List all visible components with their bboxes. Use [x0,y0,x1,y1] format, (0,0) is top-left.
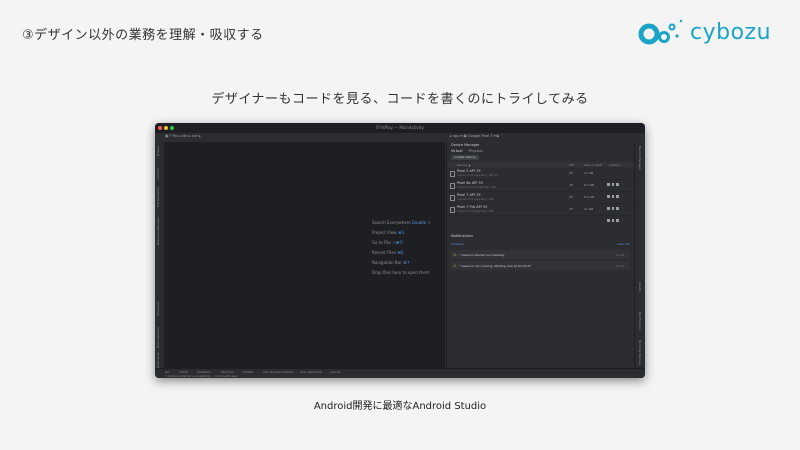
phone-icon [450,171,455,177]
device-manager-title: Device Manager [451,143,480,147]
tool-running-devices[interactable]: Running Devices [638,340,642,365]
device-name: Pixel 5 API 33 [457,169,481,173]
warning-icon: ⚠ [453,252,457,257]
tool-build-variants[interactable]: Build Variants [156,327,160,348]
notification-item[interactable]: ⚠ * daemon not running; starting now at … [450,261,630,270]
device-table-header: Device ▲ API Size on Disk Actions [447,162,634,167]
tool-structure[interactable]: Structure [156,302,160,316]
device-name: Pixel 7 API 33 [457,193,481,197]
notification-text: * daemon not running; starting now at tc… [459,263,532,268]
col-api[interactable]: API [569,163,574,167]
phone-icon [450,195,455,201]
col-size[interactable]: Size on Disk [584,163,602,167]
play-icon[interactable] [607,219,610,222]
more-icon[interactable] [616,219,619,222]
hint-navigation-bar: Navigation Bar ⌘↑ [372,260,411,265]
device-row[interactable]: Pixel 7 Pro API 33 Android 13 Google Pla… [447,204,634,222]
device-size: 8.6 GB [584,195,595,199]
hint-go-to-file: Go to File ⇧⌘O [372,240,403,245]
hint-recent-files: Recent Files ⌘E [372,250,404,255]
col-device[interactable]: Device ▲ [457,163,471,167]
tool-project[interactable]: Project [156,146,160,156]
tool-commit[interactable]: Commit [156,168,160,180]
clear-all-link[interactable]: Clear all [617,242,629,246]
phone-icon [450,207,455,213]
col-actions: Actions [609,162,620,167]
device-sub: Android 13 Google Play | x86_64 [457,174,498,177]
tool-gradle[interactable]: Gradle [638,282,642,292]
notification-text: * daemon started successfully [459,252,505,257]
create-device-button[interactable]: Create Device [451,155,479,160]
tool-resource-manager[interactable]: Resource Manager [156,217,160,245]
android-studio-window: FFmPlay — MainActivity ▣ F ffv ▸ odls ▸ … [155,123,645,378]
cybozu-logo: cybozu [638,14,780,50]
device-api: 33 [569,171,573,175]
tool-bookmarks[interactable]: Bookmarks [156,352,160,369]
tab-virtual[interactable]: Virtual [451,149,462,153]
device-size: 11 GB [584,207,594,211]
device-actions [607,183,631,198]
logo-mark-icon [638,19,683,45]
notification-item[interactable]: ⚠ * daemon started successfully 10:41 [450,250,630,259]
device-sub: Android 11.0 Google Play | x86 [457,186,496,189]
status-text: * daemon started successfully ... (momen… [165,373,239,378]
device-actions [607,171,631,186]
device-actions [607,195,631,210]
device-api: 30 [569,183,573,187]
title-bar: FFmPlay — MainActivity [155,123,645,133]
slide-caption: Android開発に最適なAndroid Studio [313,401,487,412]
project-breadcrumb[interactable]: ▣ F ffv ▸ odls ▸ odr ▸ [165,134,201,138]
device-size: 12 GB [584,171,594,175]
slide-heading: デザイナーもコードを見る、コードを書くのにトライしてみる [211,92,589,107]
tab-physical[interactable]: Physical [468,149,482,153]
notification-time: 10:41 [616,263,625,268]
notification-time: 10:41 [616,252,625,257]
right-tool-strip: Device Manager Notifications Gradle Runn… [634,142,645,368]
device-api: 33 [569,207,573,211]
tool-device-manager[interactable]: Device Manager [638,146,642,170]
warning-icon: ⚠ [453,263,457,268]
status-bar: * daemon started successfully ... (momen… [155,373,645,378]
device-name: Pixel 6a API 30 [457,181,483,185]
toolbar-actions [550,135,606,150]
device-row[interactable]: Pixel 6a API 30 Android 11.0 Google Play… [447,180,634,198]
device-row[interactable]: Pixel 7 API 33 Android 13 Google Play | … [447,192,634,210]
device-name: Pixel 7 Pro API 33 [457,205,488,209]
phone-icon [450,183,455,189]
slide-title: ③デザイン以外の業務を理解・吸収する [22,28,264,43]
device-row[interactable]: Pixel 5 API 33 Android 13 Google Play | … [447,168,634,186]
window-title: FFmPlay — MainActivity [376,125,424,130]
logo-text: cybozu [690,20,772,45]
edit-icon[interactable] [611,219,614,222]
hint-project-view: Project View ⌘1 [372,230,405,235]
device-manager-tabs: Virtual Physical [451,149,489,153]
hint-search-everywhere: Search Everywhere Double ⇧ [372,220,431,225]
left-tool-strip: Project Commit Pull Requests Resource Ma… [155,142,165,369]
tool-notifications[interactable]: Notifications [638,312,642,331]
run-configuration[interactable]: ▸ app ▾ ▣ Google Pixel 5 ▾ ▶ [450,134,499,138]
device-size: 8.7 GB [584,183,595,187]
hint-drop-files: Drop files here to open them [372,270,430,275]
notifications-title: Notifications [451,234,473,238]
device-api: 33 [569,195,573,199]
device-actions [607,207,631,222]
notifications-timeline[interactable]: Timeline [451,242,464,246]
device-sub: Android 13 Google Play | x86 [457,198,494,201]
device-sub: Android 13 Google Play | x86 [457,210,494,213]
tool-pull-requests[interactable]: Pull Requests [156,187,160,207]
right-tool-panel: Device Manager Virtual Physical Create De… [446,142,634,368]
editor-area[interactable]: Search Everywhere Double ⇧ Project View … [165,142,445,368]
